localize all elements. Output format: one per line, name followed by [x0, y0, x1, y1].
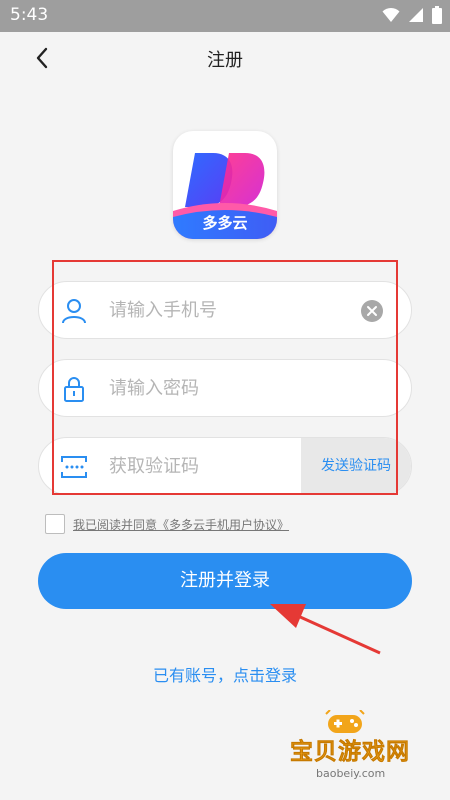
login-link[interactable]: 已有账号，点击登录	[0, 662, 450, 686]
status-time: 5:43	[10, 5, 49, 25]
verification-code-field: 发送验证码	[38, 437, 412, 495]
verification-code-icon	[61, 456, 87, 478]
phone-input[interactable]	[109, 282, 359, 338]
app-logo: 多多云	[173, 131, 277, 239]
signal-icon	[409, 8, 423, 22]
page-title: 注册	[207, 50, 243, 71]
password-input[interactable]	[109, 360, 399, 416]
agreement-link[interactable]: 我已阅读并同意《多多云手机用户协议》	[73, 516, 289, 533]
agreement-row: 我已阅读并同意《多多云手机用户协议》	[45, 514, 289, 534]
phone-field	[38, 281, 412, 339]
send-code-button[interactable]: 发送验证码	[301, 438, 411, 494]
battery-icon	[432, 6, 442, 24]
clear-phone-button[interactable]	[361, 300, 383, 322]
register-login-button[interactable]: 注册并登录	[38, 553, 412, 609]
watermark-logo: 宝贝游戏网 baobeiy.com	[290, 710, 425, 790]
header: 注册	[0, 32, 450, 84]
verification-code-input[interactable]	[109, 438, 294, 494]
clear-icon	[367, 306, 377, 316]
watermark-en-text: baobeiy.com	[316, 767, 386, 780]
status-bar: 5:43	[0, 0, 450, 32]
watermark-cn-text: 宝贝游戏网	[290, 739, 410, 766]
wifi-icon	[382, 7, 400, 22]
status-icons	[382, 6, 442, 24]
lock-icon	[64, 377, 84, 402]
logo-brand-text: 多多云	[202, 214, 248, 232]
agreement-checkbox[interactable]	[45, 514, 65, 534]
password-field	[38, 359, 412, 417]
user-icon	[62, 299, 86, 324]
